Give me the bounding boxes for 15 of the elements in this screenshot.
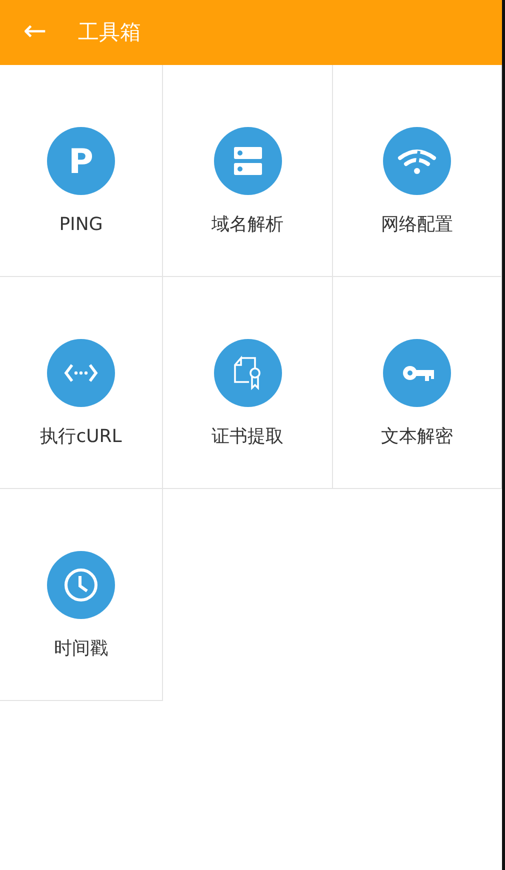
tool-tile[interactable]: 文本解密 xyxy=(333,277,502,489)
server-icon xyxy=(214,127,282,195)
clock-icon xyxy=(47,551,115,619)
code-icon xyxy=(47,339,115,407)
tool-tile[interactable]: 网络配置 xyxy=(333,65,502,277)
tool-tile[interactable]: 域名解析 xyxy=(163,65,333,277)
tool-tile[interactable]: P PING xyxy=(0,65,163,277)
tool-tile[interactable]: 执行cURL xyxy=(0,277,163,489)
certificate-icon xyxy=(214,339,282,407)
tool-tile[interactable]: 证书提取 xyxy=(163,277,333,489)
page-title: 工具箱 xyxy=(78,18,141,46)
tool-tile[interactable]: 时间戳 xyxy=(0,489,163,701)
letter-icon: P xyxy=(47,127,115,195)
key-icon xyxy=(383,339,451,407)
wifi-icon xyxy=(383,127,451,195)
